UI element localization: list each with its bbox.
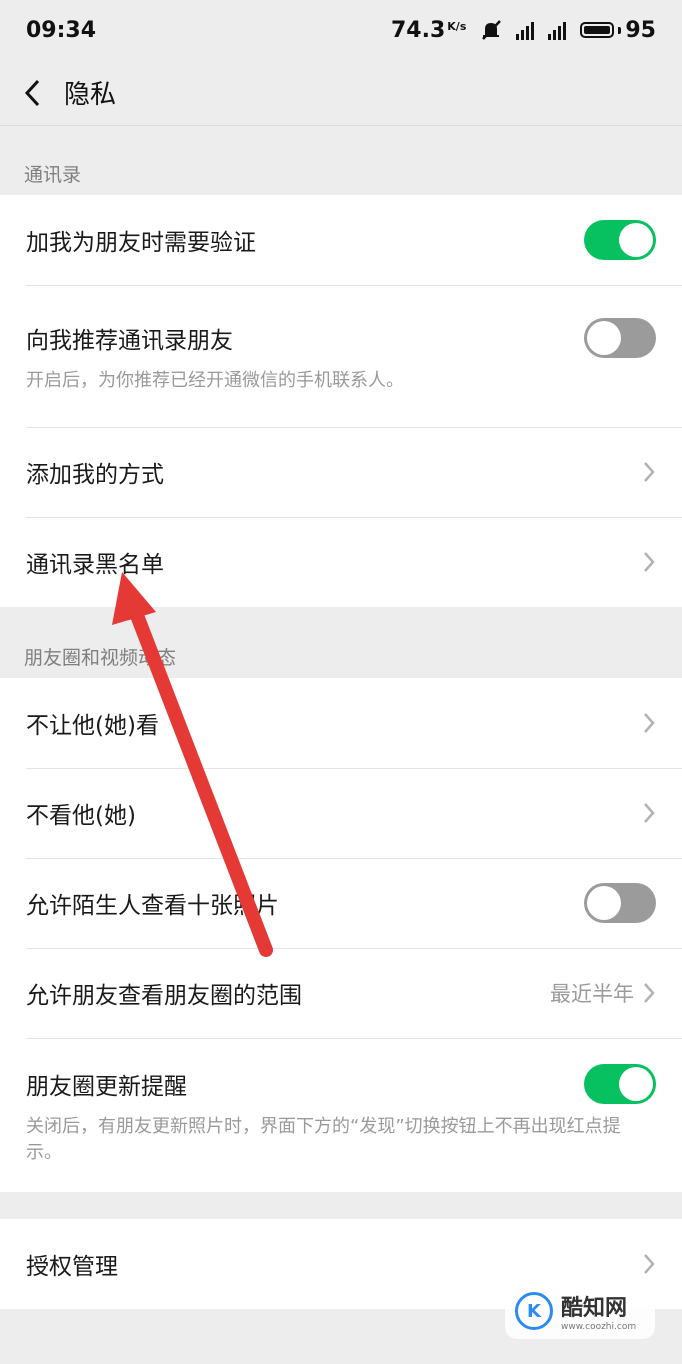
network-speed-unit: K/s bbox=[447, 19, 467, 33]
mute-bell-icon bbox=[482, 20, 502, 40]
contacts-group: 加我为朋友时需要验证 向我推荐通讯录朋友 开启后，为你推荐已经开通微信的手机联系… bbox=[0, 195, 682, 607]
row-contacts-blacklist[interactable]: 通讯录黑名单 bbox=[0, 517, 682, 607]
row-label: 向我推荐通讯录朋友 bbox=[26, 328, 233, 354]
row-description: 开启后，为你推荐已经开通微信的手机联系人。 bbox=[26, 370, 404, 391]
row-hide-from[interactable]: 不让他(她)看 bbox=[0, 678, 682, 768]
row-label: 不让他(她)看 bbox=[26, 713, 159, 739]
chevron-left-icon bbox=[24, 79, 40, 106]
chevron-right-icon bbox=[644, 462, 655, 482]
watermark-name: 酷知网 bbox=[561, 1296, 628, 1321]
back-button[interactable] bbox=[0, 60, 66, 126]
chevron-right-icon bbox=[644, 983, 655, 1003]
watermark-logo: K 酷知网 www.coozhi.com bbox=[505, 1283, 655, 1339]
moments-group: 不让他(她)看 不看他(她) 允许陌生人查看十张照片 允许朋友查看朋友圈的范围 … bbox=[0, 678, 682, 1192]
row-dont-see[interactable]: 不看他(她) bbox=[0, 768, 682, 858]
status-time: 09:34 bbox=[26, 17, 97, 43]
row-label: 允许朋友查看朋友圈的范围 bbox=[26, 983, 302, 1009]
coozhi-logo-icon: K bbox=[515, 1292, 553, 1330]
moments-range-value: 最近半年 bbox=[550, 982, 634, 1006]
watermark-url: www.coozhi.com bbox=[561, 1322, 637, 1332]
row-friend-verify[interactable]: 加我为朋友时需要验证 bbox=[0, 195, 682, 285]
signal-4g-icon bbox=[516, 20, 535, 40]
recommend-contacts-toggle[interactable] bbox=[584, 318, 656, 358]
friend-verify-toggle[interactable] bbox=[584, 220, 656, 260]
battery-level: 95 bbox=[625, 17, 656, 43]
page-title: 隐私 bbox=[64, 80, 117, 110]
row-recommend-contacts[interactable]: 向我推荐通讯录朋友 开启后，为你推荐已经开通微信的手机联系人。 bbox=[0, 285, 682, 427]
chevron-right-icon bbox=[644, 1254, 655, 1274]
status-icons: 74.3 K/s 95 bbox=[391, 18, 656, 43]
signal-4g-icon-2 bbox=[548, 20, 567, 40]
network-speed: 74.3 K/s bbox=[391, 18, 466, 43]
row-label: 加我为朋友时需要验证 bbox=[26, 230, 256, 256]
row-label: 授权管理 bbox=[26, 1254, 118, 1280]
chevron-right-icon bbox=[644, 803, 655, 823]
row-label: 添加我的方式 bbox=[26, 462, 164, 488]
moments-notify-toggle[interactable] bbox=[584, 1064, 656, 1104]
row-label: 不看他(她) bbox=[26, 803, 136, 829]
row-stranger-photos[interactable]: 允许陌生人查看十张照片 bbox=[0, 858, 682, 948]
row-label: 允许陌生人查看十张照片 bbox=[26, 893, 279, 919]
battery-icon bbox=[580, 22, 615, 38]
row-label: 通讯录黑名单 bbox=[26, 552, 164, 578]
chevron-right-icon bbox=[644, 713, 655, 733]
network-speed-value: 74.3 bbox=[391, 17, 446, 43]
row-description: 关闭后，有朋友更新照片时，界面下方的“发现”切换按钮上不再出现红点提示。 bbox=[26, 1116, 621, 1163]
row-label: 朋友圈更新提醒 bbox=[26, 1074, 187, 1100]
row-moments-range[interactable]: 允许朋友查看朋友圈的范围 最近半年 bbox=[0, 948, 682, 1038]
nav-bar: 隐私 bbox=[0, 60, 682, 126]
row-add-methods[interactable]: 添加我的方式 bbox=[0, 427, 682, 517]
chevron-right-icon bbox=[644, 552, 655, 572]
section-title-contacts: 通讯录 bbox=[24, 164, 82, 186]
status-bar: 09:34 74.3 K/s 95 bbox=[0, 0, 682, 60]
stranger-photos-toggle[interactable] bbox=[584, 883, 656, 923]
row-moments-notify[interactable]: 朋友圈更新提醒 关闭后，有朋友更新照片时，界面下方的“发现”切换按钮上不再出现红… bbox=[0, 1038, 682, 1192]
battery-indicator: 95 bbox=[580, 18, 656, 43]
section-title-moments: 朋友圈和视频动态 bbox=[24, 647, 177, 669]
